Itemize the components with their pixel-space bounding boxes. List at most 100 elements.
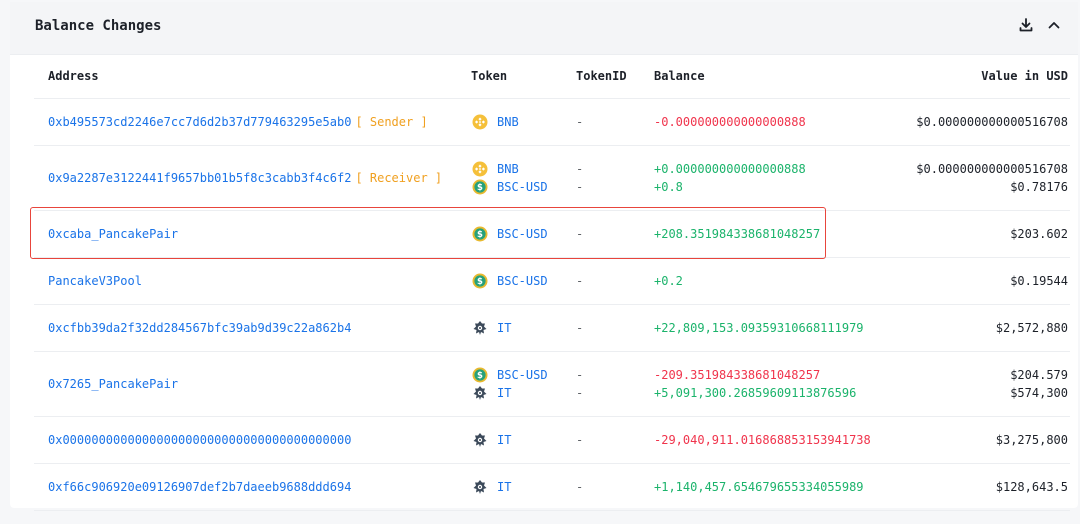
token-link[interactable]: BNB	[471, 160, 562, 178]
token-symbol: IT	[497, 321, 512, 335]
address-link[interactable]: 0x7265_PancakePair	[48, 377, 178, 391]
token-symbol: BNB	[497, 162, 519, 176]
usd-value: $204.579	[1010, 368, 1068, 382]
bsc-usd-icon: $	[471, 178, 489, 196]
table-row: PancakeV3Pool $ BSC-USD - +0.2 $0.19544	[34, 257, 1070, 305]
token-symbol: IT	[497, 433, 512, 447]
address-cell: 0x9a2287e3122441f9657bb01b5f8c3cabb3f4c6…	[34, 145, 457, 211]
download-icon[interactable]	[1018, 17, 1034, 33]
address-link[interactable]: 0xb495573cd2246e7cc7d6d2b37d779463295e5a…	[48, 115, 351, 129]
usd-value: $0.000000000000516708	[916, 115, 1068, 129]
balance-value: +0.8	[654, 180, 683, 194]
token-link[interactable]: $ BSC-USD	[471, 272, 562, 290]
balance-value: +0.2	[654, 274, 683, 288]
token-id: -	[576, 480, 584, 494]
balance-cell: +1,140,457.654679655334055989	[640, 463, 890, 511]
address-cell: 0xcfbb39da2f32dd284567bfc39ab9d39c22a862…	[34, 304, 457, 352]
token-cell: BNB	[457, 98, 562, 146]
it-token-icon	[471, 319, 489, 337]
tokenid-cell: -	[562, 257, 640, 305]
value-usd-cell: $3,275,800	[890, 416, 1070, 464]
address-tag: [ Sender ]	[355, 115, 428, 129]
panel-header: Balance Changes	[10, 2, 1078, 55]
column-header-value-usd: Value in USD	[890, 54, 1070, 99]
table-row: 0xf66c906920e09126907def2b7daeeb9688ddd6…	[34, 463, 1070, 511]
token-id: -	[576, 274, 584, 288]
address-tag: [ Receiver ]	[355, 171, 443, 185]
token-symbol: IT	[497, 386, 512, 400]
token-cell: IT	[457, 463, 562, 511]
balance-value: +208.351984338681048257	[654, 227, 821, 241]
token-symbol: BNB	[497, 115, 519, 129]
svg-text:$: $	[477, 277, 483, 287]
balance-value: +5,091,300.26859609113876596	[654, 386, 857, 400]
value-usd-cell: $0.19544	[890, 257, 1070, 305]
table-header-row: Address Token TokenID Balance Value in U…	[34, 54, 1070, 99]
address-cell: 0xb495573cd2246e7cc7d6d2b37d779463295e5a…	[34, 98, 457, 146]
it-token-icon	[471, 478, 489, 496]
table-row: 0xcaba_PancakePair $ BSC-USD - +208.351984…	[34, 210, 1070, 258]
address-link[interactable]: PancakeV3Pool	[48, 274, 142, 288]
column-header-token: Token	[457, 54, 562, 99]
balance-value: +0.000000000000000888	[654, 162, 806, 176]
tokenid-cell: --	[562, 351, 640, 417]
balance-cell: -0.000000000000000888	[640, 98, 890, 146]
table-row: 0xb495573cd2246e7cc7d6d2b37d779463295e5a…	[34, 98, 1070, 146]
column-header-tokenid: TokenID	[562, 54, 640, 99]
token-link[interactable]: $ BSC-USD	[471, 225, 562, 243]
address-cell: 0xcaba_PancakePair	[34, 210, 457, 258]
token-cell: $ BSC-USD	[457, 257, 562, 305]
usd-value: $574,300	[1010, 386, 1068, 400]
token-link[interactable]: IT	[471, 431, 562, 449]
balance-cell: -29,040,911.016868853153941738	[640, 416, 890, 464]
balance-value: +1,140,457.654679655334055989	[654, 480, 864, 494]
tokenid-cell: --	[562, 145, 640, 211]
usd-value: $0.000000000000516708	[916, 162, 1068, 176]
svg-text:$: $	[477, 230, 483, 240]
address-link[interactable]: 0x00000000000000000000000000000000000000…	[48, 433, 351, 447]
token-link[interactable]: IT	[471, 478, 562, 496]
value-usd-cell: $0.000000000000516708	[890, 98, 1070, 146]
address-link[interactable]: 0xcaba_PancakePair	[48, 227, 178, 241]
balance-cell: +208.351984338681048257	[640, 210, 890, 258]
table-row: 0xcfbb39da2f32dd284567bfc39ab9d39c22a862…	[34, 304, 1070, 352]
address-cell: 0x00000000000000000000000000000000000000…	[34, 416, 457, 464]
chevron-up-icon[interactable]	[1046, 17, 1062, 33]
value-usd-cell: $128,643.5	[890, 463, 1070, 511]
value-usd-cell: $204.579 $574,300	[890, 351, 1070, 417]
balance-value: -209.351984338681048257	[654, 368, 821, 382]
token-cell: $ BSC-USD IT	[457, 351, 562, 417]
token-id: -	[576, 368, 584, 382]
table-row: 0x9a2287e3122441f9657bb01b5f8c3cabb3f4c6…	[34, 145, 1070, 211]
usd-value: $0.19544	[1010, 274, 1068, 288]
address-cell: 0xf66c906920e09126907def2b7daeeb9688ddd6…	[34, 463, 457, 511]
bsc-usd-icon: $	[471, 225, 489, 243]
token-id: -	[576, 321, 584, 335]
address-link[interactable]: 0x9a2287e3122441f9657bb01b5f8c3cabb3f4c6…	[48, 171, 351, 185]
token-link[interactable]: BNB	[471, 113, 562, 131]
table-row: 0x7265_PancakePair $ BSC-USD IT - - -209.35…	[34, 351, 1070, 417]
token-link[interactable]: IT	[471, 319, 562, 337]
address-link[interactable]: 0xf66c906920e09126907def2b7daeeb9688ddd6…	[48, 480, 351, 494]
address-link[interactable]: 0xcfbb39da2f32dd284567bfc39ab9d39c22a862…	[48, 321, 351, 335]
token-link[interactable]: $ BSC-USD	[471, 178, 562, 196]
token-cell: IT	[457, 304, 562, 352]
address-cell: PancakeV3Pool	[34, 257, 457, 305]
balance-changes-panel: Balance Changes Address Token TokenID Ba…	[10, 2, 1078, 511]
balance-value: -29,040,911.016868853153941738	[654, 433, 871, 447]
token-id: -	[576, 115, 584, 129]
usd-value: $0.78176	[1010, 180, 1068, 194]
token-id: -	[576, 433, 584, 447]
bnb-icon	[471, 160, 489, 178]
tokenid-cell: -	[562, 463, 640, 511]
token-link[interactable]: $ BSC-USD	[471, 366, 562, 384]
balance-value: -0.000000000000000888	[654, 115, 806, 129]
tokenid-cell: -	[562, 416, 640, 464]
value-usd-cell: $2,572,880	[890, 304, 1070, 352]
token-id: -	[576, 386, 584, 400]
token-link[interactable]: IT	[471, 384, 562, 402]
balance-value: +22,809,153.09359310668111979	[654, 321, 864, 335]
token-symbol: BSC-USD	[497, 368, 548, 382]
token-symbol: BSC-USD	[497, 274, 548, 288]
balance-cell: +22,809,153.09359310668111979	[640, 304, 890, 352]
